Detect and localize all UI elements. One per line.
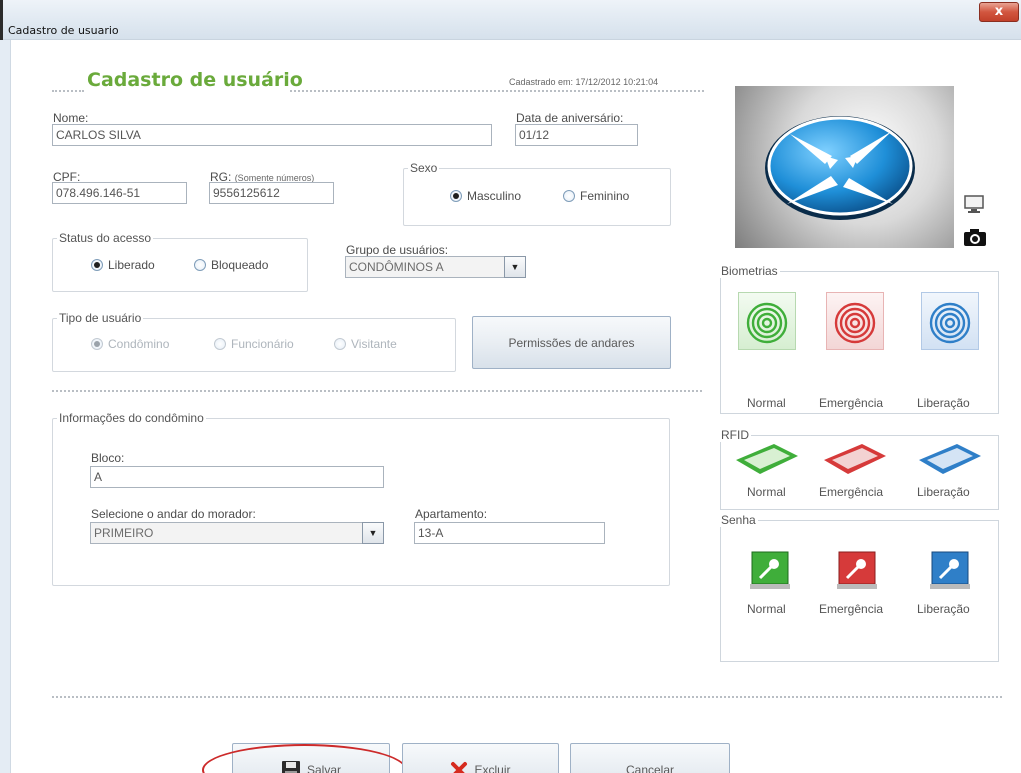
chevron-down-icon: ▼ — [368, 528, 378, 538]
window-titlebar: Cadastro de usuario x — [0, 0, 1021, 40]
tipo-funcionario-label: Funcionário — [231, 337, 294, 351]
condominio-legend: Informações do condômino — [57, 411, 206, 425]
excluir-button[interactable]: Excluir — [402, 743, 559, 773]
biometria-normal-label: Normal — [747, 396, 786, 410]
tipo-visitante-label: Visitante — [351, 337, 397, 351]
radio-unselected-icon — [194, 259, 206, 271]
monitor-icon[interactable] — [963, 195, 985, 215]
window-left-border — [0, 40, 11, 773]
rfid-card-icon — [919, 444, 981, 474]
fingerprint-icon — [929, 302, 971, 344]
grupo-label: Grupo de usuários: — [346, 243, 449, 257]
keypad-icon — [930, 551, 970, 589]
biometria-emergencia-label: Emergência — [819, 396, 884, 410]
sexo-legend: Sexo — [408, 161, 440, 175]
cancelar-button[interactable]: Cancelar — [570, 743, 730, 773]
aniversario-input[interactable]: 01/12 — [515, 124, 638, 146]
rfid-emergencia-label: Emergência — [819, 485, 884, 499]
status-liberado-label: Liberado — [108, 258, 155, 272]
sexo-masculino-label: Masculino — [467, 189, 522, 203]
page-title: Cadastro de usuário — [87, 69, 303, 91]
header-dotted-left — [52, 90, 84, 92]
andar-select[interactable]: PRIMEIRO — [90, 522, 363, 544]
camera-icon[interactable] — [963, 227, 987, 247]
andar-label: Selecione o andar do morador: — [91, 507, 256, 521]
biometria-normal-button[interactable] — [738, 292, 796, 350]
permissoes-andares-button[interactable]: Permissões de andares — [472, 316, 671, 369]
grupo-select[interactable]: CONDÔMINOS A — [345, 256, 505, 278]
sexo-feminino-radio[interactable]: Feminino — [563, 189, 629, 203]
rfid-card-icon — [736, 444, 798, 474]
condominio-group: Informações do condômino — [52, 411, 670, 586]
rfid-liberacao-label: Liberação — [917, 485, 970, 499]
senha-legend: Senha — [719, 513, 758, 527]
bloco-input[interactable]: A — [90, 466, 384, 488]
senha-emergencia-label: Emergência — [819, 602, 884, 616]
andar-dropdown-button[interactable]: ▼ — [362, 522, 384, 544]
nome-label: Nome: — [53, 111, 89, 125]
keypad-icon — [837, 551, 877, 589]
biometria-liberacao-button[interactable] — [921, 292, 979, 350]
grupo-dropdown-button[interactable]: ▼ — [504, 256, 526, 278]
created-at-label: Cadastrado em: 17/12/2012 10:21:04 — [509, 77, 659, 87]
bloco-label: Bloco: — [91, 451, 125, 465]
senha-emergencia-button[interactable] — [835, 548, 879, 592]
section-divider — [52, 390, 702, 392]
biometria-emergencia-button[interactable] — [826, 292, 884, 350]
radio-unselected-icon — [563, 190, 575, 202]
user-photo — [735, 86, 954, 248]
footer-divider — [52, 696, 1002, 698]
rfid-normal-button[interactable] — [732, 440, 802, 476]
fingerprint-icon — [746, 302, 788, 344]
nome-input[interactable]: CARLOS SILVA — [52, 124, 492, 146]
rfid-liberacao-button[interactable] — [915, 440, 985, 476]
status-bloqueado-label: Bloqueado — [211, 258, 269, 272]
window-title: Cadastro de usuario — [8, 24, 119, 37]
status-legend: Status do acesso — [57, 231, 154, 245]
aniversario-label: Data de aniversário: — [516, 111, 624, 125]
tipo-visitante-radio[interactable]: Visitante — [334, 337, 397, 351]
rfid-normal-label: Normal — [747, 485, 786, 499]
tipo-condomino-radio[interactable]: Condômino — [91, 337, 169, 351]
biometrias-legend: Biometrias — [719, 264, 780, 278]
close-button[interactable]: x — [979, 2, 1019, 22]
excluir-label: Excluir — [474, 763, 511, 773]
cpf-input[interactable]: 078.496.146-51 — [52, 182, 187, 204]
keypad-icon — [750, 551, 790, 589]
chevron-down-icon: ▼ — [510, 262, 520, 272]
window-edge — [0, 0, 3, 40]
fingerprint-icon — [834, 302, 876, 344]
apartamento-input[interactable]: 13-A — [414, 522, 605, 544]
rfid-card-icon — [824, 444, 886, 474]
status-bloqueado-radio[interactable]: Bloqueado — [194, 258, 268, 272]
sexo-masculino-radio[interactable]: Masculino — [450, 189, 521, 203]
radio-unselected-icon — [214, 338, 226, 350]
biometria-liberacao-label: Liberação — [917, 396, 970, 410]
sexo-feminino-label: Feminino — [580, 189, 630, 203]
radio-selected-icon — [450, 190, 462, 202]
tipo-condomino-label: Condômino — [108, 337, 170, 351]
radio-unselected-icon — [334, 338, 346, 350]
status-liberado-radio[interactable]: Liberado — [91, 258, 155, 272]
sexo-group: Sexo — [403, 161, 671, 226]
header-dotted-right — [290, 90, 704, 92]
user-avatar-icon — [765, 116, 915, 220]
cancelar-label: Cancelar — [625, 763, 675, 773]
radio-selected-icon — [91, 338, 103, 350]
senha-liberacao-label: Liberação — [917, 602, 970, 616]
senha-liberacao-button[interactable] — [928, 548, 972, 592]
rg-input[interactable]: 9556125612 — [209, 182, 334, 204]
radio-selected-icon — [91, 259, 103, 271]
tipo-legend: Tipo de usuário — [57, 311, 144, 325]
senha-normal-label: Normal — [747, 602, 786, 616]
senha-normal-button[interactable] — [748, 548, 792, 592]
tipo-funcionario-radio[interactable]: Funcionário — [214, 337, 294, 351]
apartamento-label: Apartamento: — [415, 507, 488, 521]
delete-x-icon — [451, 762, 468, 773]
rfid-emergencia-button[interactable] — [820, 440, 890, 476]
